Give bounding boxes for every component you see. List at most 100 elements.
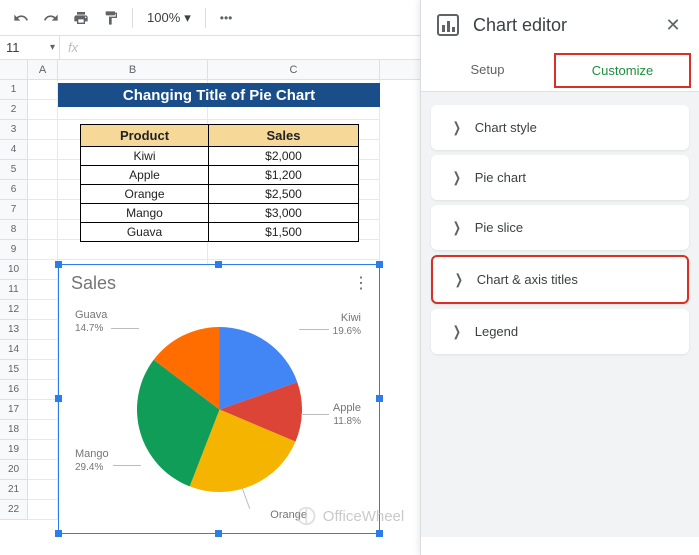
section-label: Chart & axis titles bbox=[477, 272, 578, 287]
cell[interactable] bbox=[28, 280, 58, 300]
redo-button[interactable] bbox=[38, 5, 64, 31]
row-header[interactable]: 17 bbox=[0, 400, 28, 420]
close-button[interactable]: ✕ bbox=[663, 15, 683, 35]
cell[interactable] bbox=[28, 380, 58, 400]
section-legend[interactable]: ❯ Legend bbox=[431, 309, 689, 354]
resize-handle[interactable] bbox=[215, 261, 222, 268]
table-header: Product bbox=[81, 125, 209, 147]
resize-handle[interactable] bbox=[55, 261, 62, 268]
resize-handle[interactable] bbox=[55, 530, 62, 537]
section-chart-style[interactable]: ❯Chart style bbox=[431, 105, 689, 150]
row-header[interactable]: 18 bbox=[0, 420, 28, 440]
cell[interactable] bbox=[58, 240, 208, 260]
leader-line bbox=[301, 414, 329, 415]
table-cell[interactable]: $1,200 bbox=[209, 166, 359, 185]
row-header[interactable]: 9 bbox=[0, 240, 28, 260]
cell[interactable] bbox=[28, 260, 58, 280]
resize-handle[interactable] bbox=[215, 530, 222, 537]
row-header[interactable]: 1 bbox=[0, 80, 28, 100]
tab-setup[interactable]: Setup bbox=[421, 50, 554, 91]
row-header[interactable]: 7 bbox=[0, 200, 28, 220]
row-header[interactable]: 3 bbox=[0, 120, 28, 140]
row-header[interactable]: 19 bbox=[0, 440, 28, 460]
table-cell[interactable]: $2,000 bbox=[209, 147, 359, 166]
section-label: Legend bbox=[475, 324, 518, 339]
row-header[interactable]: 10 bbox=[0, 260, 28, 280]
pie-chart: Kiwi19.6% Apple11.8% Orange Mango29.4% G… bbox=[59, 294, 379, 524]
cell[interactable] bbox=[28, 160, 58, 180]
table-cell[interactable]: $3,000 bbox=[209, 204, 359, 223]
chevron-right-icon: ❯ bbox=[453, 169, 461, 186]
row-header[interactable]: 15 bbox=[0, 360, 28, 380]
chevron-right-icon: ❯ bbox=[455, 271, 463, 288]
row-header[interactable]: 14 bbox=[0, 340, 28, 360]
row-header[interactable]: 16 bbox=[0, 380, 28, 400]
row-header[interactable]: 22 bbox=[0, 500, 28, 520]
row-header[interactable]: 20 bbox=[0, 460, 28, 480]
section-pie-chart[interactable]: ❯Pie chart bbox=[431, 155, 689, 200]
zoom-dropdown[interactable]: 100%▾ bbox=[141, 10, 197, 26]
resize-handle[interactable] bbox=[376, 261, 383, 268]
row-header[interactable]: 12 bbox=[0, 300, 28, 320]
chart-menu-button[interactable]: ⋮ bbox=[353, 273, 369, 293]
row-header[interactable]: 5 bbox=[0, 160, 28, 180]
more-button[interactable]: ••• bbox=[214, 11, 239, 25]
cell[interactable] bbox=[28, 180, 58, 200]
cell[interactable] bbox=[28, 220, 58, 240]
table-cell[interactable]: Apple bbox=[81, 166, 209, 185]
leader-line bbox=[111, 328, 139, 329]
cell[interactable] bbox=[28, 300, 58, 320]
cell[interactable] bbox=[28, 200, 58, 220]
cell[interactable] bbox=[28, 400, 58, 420]
data-table: Product Sales Kiwi$2,000 Apple$1,200 Ora… bbox=[80, 124, 359, 242]
name-box[interactable]: 11▾ bbox=[0, 36, 60, 59]
leader-line bbox=[113, 465, 141, 466]
chart-icon bbox=[437, 14, 459, 36]
section-chart-axis-titles[interactable]: ❯ Chart & axis titles bbox=[431, 255, 689, 304]
row-header[interactable]: 2 bbox=[0, 100, 28, 120]
row-header[interactable]: 4 bbox=[0, 140, 28, 160]
column-header[interactable]: C bbox=[208, 60, 380, 79]
cell[interactable] bbox=[28, 500, 58, 520]
table-cell[interactable]: Mango bbox=[81, 204, 209, 223]
paint-format-button[interactable] bbox=[98, 5, 124, 31]
cell[interactable] bbox=[28, 440, 58, 460]
cell[interactable] bbox=[28, 420, 58, 440]
section-pie-slice[interactable]: ❯Pie slice bbox=[431, 205, 689, 250]
table-cell[interactable]: Orange bbox=[81, 185, 209, 204]
spreadsheet-grid: A B C 1234567891011121314151617181920212… bbox=[0, 60, 420, 555]
chevron-right-icon: ❯ bbox=[453, 323, 461, 340]
row-header[interactable]: 6 bbox=[0, 180, 28, 200]
cell[interactable] bbox=[28, 340, 58, 360]
cell[interactable] bbox=[28, 480, 58, 500]
undo-button[interactable] bbox=[8, 5, 34, 31]
table-cell[interactable]: $2,500 bbox=[209, 185, 359, 204]
cell[interactable] bbox=[28, 320, 58, 340]
tab-customize[interactable]: Customize bbox=[554, 53, 691, 88]
row-header[interactable]: 21 bbox=[0, 480, 28, 500]
row-header[interactable]: 8 bbox=[0, 220, 28, 240]
table-cell[interactable]: Kiwi bbox=[81, 147, 209, 166]
cell[interactable] bbox=[28, 80, 58, 100]
table-cell[interactable]: Guava bbox=[81, 223, 209, 242]
cell[interactable] bbox=[28, 120, 58, 140]
cell[interactable] bbox=[28, 100, 58, 120]
cell[interactable] bbox=[28, 360, 58, 380]
row-header[interactable]: 13 bbox=[0, 320, 28, 340]
cell[interactable] bbox=[28, 140, 58, 160]
editor-tabs: Setup Customize bbox=[421, 50, 699, 92]
table-cell[interactable]: $1,500 bbox=[209, 223, 359, 242]
resize-handle[interactable] bbox=[376, 530, 383, 537]
print-button[interactable] bbox=[68, 5, 94, 31]
pie-chart-object[interactable]: Sales ⋮ Kiwi19.6% Apple11.8% Orange Mang… bbox=[58, 264, 380, 534]
chevron-down-icon: ▾ bbox=[50, 42, 55, 53]
separator bbox=[205, 8, 206, 28]
row-header[interactable]: 11 bbox=[0, 280, 28, 300]
column-header[interactable]: A bbox=[28, 60, 58, 79]
cell[interactable] bbox=[28, 240, 58, 260]
cell[interactable] bbox=[208, 240, 380, 260]
select-all-corner[interactable] bbox=[0, 60, 28, 79]
cell[interactable] bbox=[28, 460, 58, 480]
column-header[interactable]: B bbox=[58, 60, 208, 79]
title-banner: Changing Title of Pie Chart bbox=[58, 83, 380, 107]
